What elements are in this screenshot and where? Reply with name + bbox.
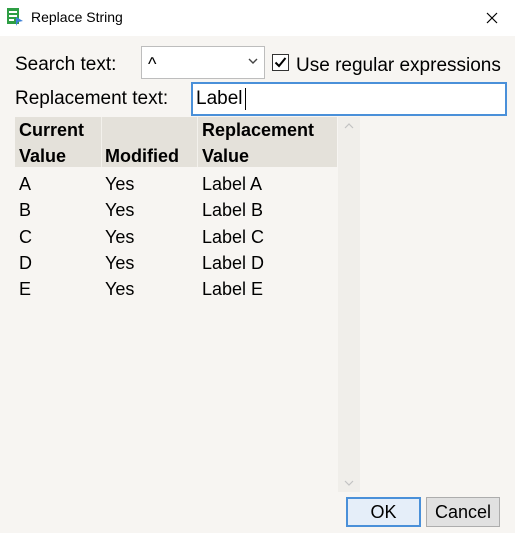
window-title: Replace String bbox=[31, 9, 123, 25]
table-cell: B bbox=[19, 200, 32, 220]
vertical-scrollbar[interactable] bbox=[338, 117, 360, 492]
table-cell: Yes bbox=[105, 253, 135, 273]
table-cell: D bbox=[19, 253, 32, 273]
table-cell: Label C bbox=[202, 227, 265, 247]
preview-table: Current Value Modified Replacement Value… bbox=[15, 117, 360, 492]
close-button[interactable] bbox=[469, 0, 515, 36]
app-icon bbox=[7, 8, 23, 26]
table-cell: Yes bbox=[105, 227, 135, 247]
table-cell: A bbox=[19, 174, 32, 194]
column-header-modified[interactable]: Modified bbox=[105, 117, 179, 169]
regex-checkbox[interactable] bbox=[272, 54, 289, 71]
replacement-input[interactable]: Label bbox=[191, 82, 507, 116]
scroll-down-icon[interactable] bbox=[344, 479, 354, 487]
search-combobox[interactable]: ^ bbox=[141, 46, 265, 79]
replacement-value: Label bbox=[196, 88, 243, 109]
replacement-label: Replacement text: bbox=[15, 88, 169, 109]
table-cell: Yes bbox=[105, 279, 135, 299]
table-cell: E bbox=[19, 279, 32, 299]
table-cell: Yes bbox=[105, 174, 135, 194]
table-cell: C bbox=[19, 227, 32, 247]
scroll-up-icon[interactable] bbox=[344, 122, 354, 130]
table-cell: Label A bbox=[202, 174, 263, 194]
close-icon bbox=[486, 12, 498, 24]
search-value: ^ bbox=[148, 54, 157, 74]
column-header-replacement-value[interactable]: Replacement Value bbox=[202, 117, 314, 169]
checkmark-icon bbox=[274, 57, 287, 68]
table-cell: Label E bbox=[202, 279, 264, 299]
column-header-current-value[interactable]: Current Value bbox=[19, 117, 84, 169]
text-caret bbox=[245, 88, 246, 110]
title-bar: Replace String bbox=[0, 0, 515, 36]
table-cell: Label D bbox=[202, 253, 265, 273]
table-cell: Yes bbox=[105, 200, 135, 220]
cancel-button[interactable]: Cancel bbox=[426, 497, 500, 527]
search-label: Search text: bbox=[15, 54, 117, 75]
chevron-down-icon[interactable] bbox=[248, 55, 258, 67]
table-cell: Label B bbox=[202, 200, 264, 220]
regex-label[interactable]: Use regular expressions bbox=[296, 55, 501, 77]
ok-button[interactable]: OK bbox=[346, 497, 421, 527]
